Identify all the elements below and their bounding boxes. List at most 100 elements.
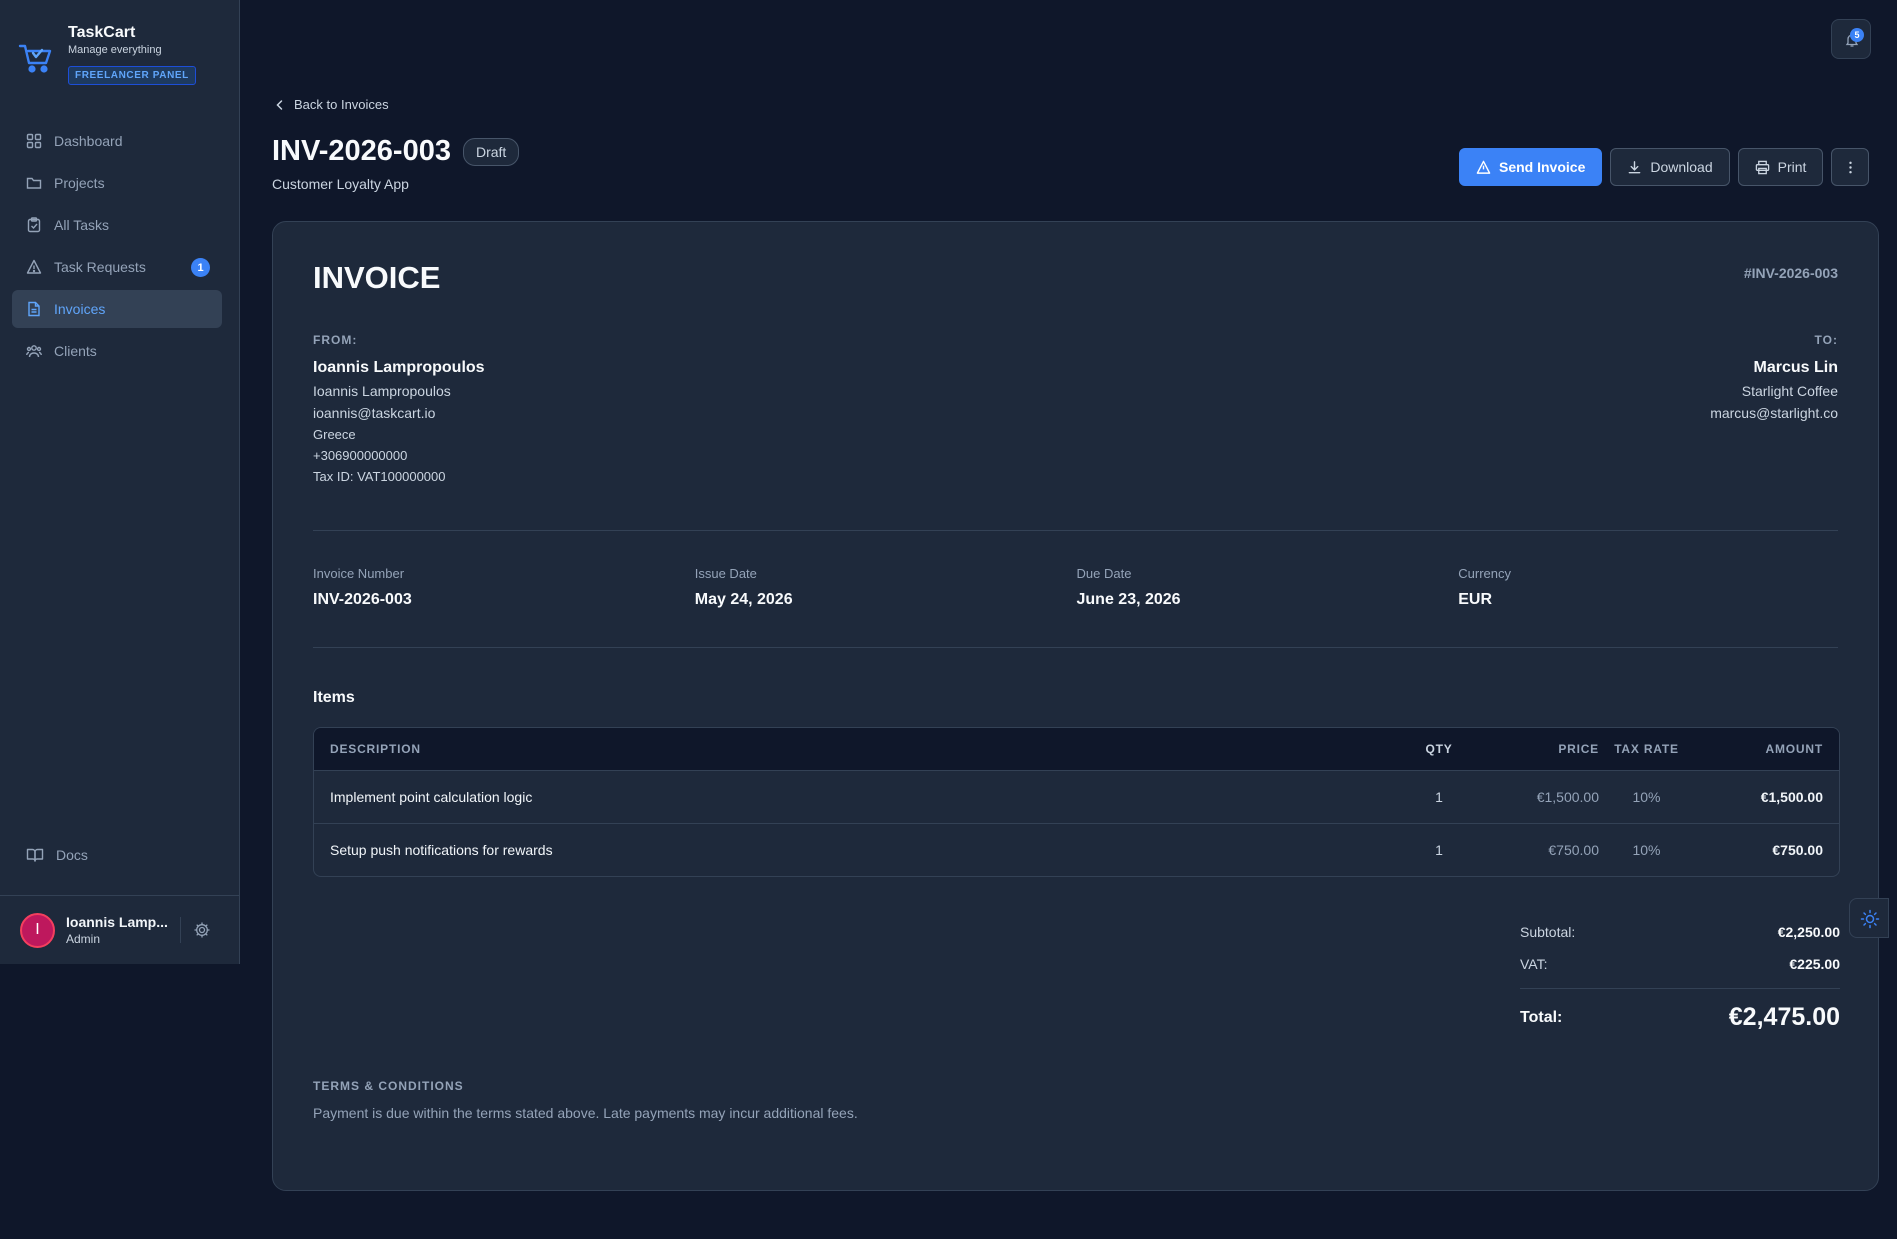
invoice-card: INVOICE #INV-2026-003 FROM: Ioannis Lamp… <box>272 221 1879 1191</box>
sidebar-item-dashboard[interactable]: Dashboard <box>12 122 222 160</box>
column-header-tax-rate: TAX RATE <box>1614 742 1679 756</box>
column-header-price: PRICE <box>1558 742 1599 756</box>
gear-icon[interactable] <box>193 921 211 939</box>
totals: Subtotal: €2,250.00 VAT: €225.00 Total: … <box>1520 916 1840 1032</box>
sidebar-item-docs[interactable]: Docs <box>26 846 88 864</box>
from-country: Greece <box>313 427 356 442</box>
from-name: Ioannis Lampropoulos <box>313 359 485 376</box>
sidebar-item-label: Task Requests <box>54 259 146 275</box>
sun-icon <box>1860 909 1880 929</box>
subtotal-label: Subtotal: <box>1520 924 1576 940</box>
meta-currency: Currency EUR <box>1458 566 1840 609</box>
meta-invoice-number: Invoice Number INV-2026-003 <box>313 566 695 609</box>
back-link[interactable]: Back to Invoices <box>274 97 389 112</box>
meta-label: Currency <box>1458 566 1511 581</box>
to-email: marcus@starlight.co <box>1710 405 1838 421</box>
column-header-description: DESCRIPTION <box>330 742 421 756</box>
items-table: DESCRIPTION QTY PRICE TAX RATE AMOUNT Im… <box>313 727 1840 877</box>
meta-label: Due Date <box>1076 566 1132 581</box>
download-icon <box>1629 160 1641 173</box>
sidebar-item-label: All Tasks <box>54 217 109 233</box>
theme-toggle-button[interactable] <box>1849 898 1889 938</box>
item-tax-rate: 10% <box>1632 842 1661 858</box>
folder-icon <box>26 177 42 189</box>
user-name: Ioannis Lamp... <box>66 914 168 930</box>
task-requests-count-badge: 1 <box>191 258 210 277</box>
total-row: Total: €2,475.00 <box>1520 1003 1840 1032</box>
download-button[interactable]: Download <box>1610 148 1730 186</box>
subtotal-value: €2,250.00 <box>1777 924 1840 940</box>
notification-count-badge: 5 <box>1850 28 1864 42</box>
column-header-qty: QTY <box>1425 742 1453 756</box>
divider <box>313 530 1838 531</box>
sidebar-item-label: Projects <box>54 175 105 191</box>
from-section: FROM: Ioannis Lampropoulos Ioannis Lampr… <box>313 333 485 484</box>
more-options-button[interactable] <box>1831 148 1870 186</box>
send-icon <box>1476 160 1491 174</box>
sidebar-item-invoices[interactable]: Invoices <box>12 290 222 328</box>
send-invoice-button[interactable]: Send Invoice <box>1459 148 1603 186</box>
item-price: €1,500.00 <box>1536 789 1599 805</box>
panel-badge: FREELANCER PANEL <box>68 66 196 85</box>
to-section: TO: Marcus Lin Starlight Coffee marcus@s… <box>1710 333 1838 421</box>
title-row: INV-2026-003 Draft <box>272 135 520 168</box>
project-subtitle: Customer Loyalty App <box>272 176 409 192</box>
meta-value: June 23, 2026 <box>1076 591 1181 608</box>
total-value: €2,475.00 <box>1728 1003 1840 1031</box>
sidebar-item-task-requests[interactable]: Task Requests 1 <box>12 248 222 286</box>
to-name: Marcus Lin <box>1753 359 1838 376</box>
users-icon <box>26 345 42 358</box>
meta-value: May 24, 2026 <box>694 591 793 608</box>
sidebar-item-clients[interactable]: Clients <box>12 332 222 370</box>
sidebar-item-projects[interactable]: Projects <box>12 164 222 202</box>
docs-label: Docs <box>56 847 88 863</box>
back-link-label: Back to Invoices <box>294 97 389 112</box>
meta-issue-date: Issue Date May 24, 2026 <box>695 566 1077 609</box>
chevron-left-icon <box>276 99 283 110</box>
sidebar-item-label: Clients <box>54 343 97 359</box>
table-row: Setup push notifications for rewards 1 €… <box>314 823 1839 876</box>
more-vertical-icon <box>1849 161 1852 173</box>
vat-row: VAT: €225.00 <box>1520 948 1840 980</box>
item-description: Setup push notifications for rewards <box>330 842 553 858</box>
notifications-button[interactable]: 5 <box>1831 19 1871 59</box>
item-price: €750.00 <box>1548 842 1599 858</box>
warning-icon <box>26 259 42 274</box>
vat-label: VAT: <box>1520 956 1548 972</box>
terms-label: TERMS & CONDITIONS <box>313 1079 464 1093</box>
invoice-number-ref: #INV-2026-003 <box>1743 265 1838 281</box>
avatar[interactable]: I <box>20 912 55 948</box>
page-title: INV-2026-003 <box>272 135 451 167</box>
meta-label: Invoice Number <box>313 566 405 581</box>
sidebar-item-all-tasks[interactable]: All Tasks <box>12 206 222 244</box>
table-row: Implement point calculation logic 1 €1,5… <box>314 770 1839 823</box>
user-profile: I Ioannis Lamp... Admin <box>0 895 240 964</box>
brand-name: TaskCart <box>68 24 136 41</box>
user-role: Admin <box>66 932 101 946</box>
sidebar-item-label: Dashboard <box>54 133 123 149</box>
print-button[interactable]: Print <box>1737 148 1824 186</box>
divider <box>313 647 1838 648</box>
divider <box>1520 988 1840 989</box>
book-open-icon <box>26 848 44 862</box>
meta-due-date: Due Date June 23, 2026 <box>1077 566 1459 609</box>
total-label: Total: <box>1520 1008 1563 1026</box>
from-label: FROM: <box>313 333 358 347</box>
divider <box>180 917 181 943</box>
grid-icon <box>26 133 42 149</box>
item-amount: €750.00 <box>1772 842 1823 858</box>
table-header: DESCRIPTION QTY PRICE TAX RATE AMOUNT <box>314 728 1839 770</box>
to-label: TO: <box>1814 333 1838 347</box>
from-company: Ioannis Lampropoulos <box>313 383 451 399</box>
brand[interactable]: TaskCart Manage everything FREELANCER PA… <box>18 24 196 85</box>
invoice-heading: INVOICE <box>313 260 441 295</box>
to-company: Starlight Coffee <box>1741 383 1838 399</box>
toolbar: Send Invoice Download Print <box>1459 148 1870 186</box>
meta-value: EUR <box>1458 591 1493 608</box>
meta-value: INV-2026-003 <box>313 591 412 608</box>
sidebar: TaskCart Manage everything FREELANCER PA… <box>0 0 240 964</box>
from-phone: +306900000000 <box>313 448 408 463</box>
item-amount: €1,500.00 <box>1760 789 1823 805</box>
sidebar-nav: Dashboard Projects All Tasks Task Reques… <box>12 122 222 374</box>
from-email: ioannis@taskcart.io <box>313 405 436 421</box>
